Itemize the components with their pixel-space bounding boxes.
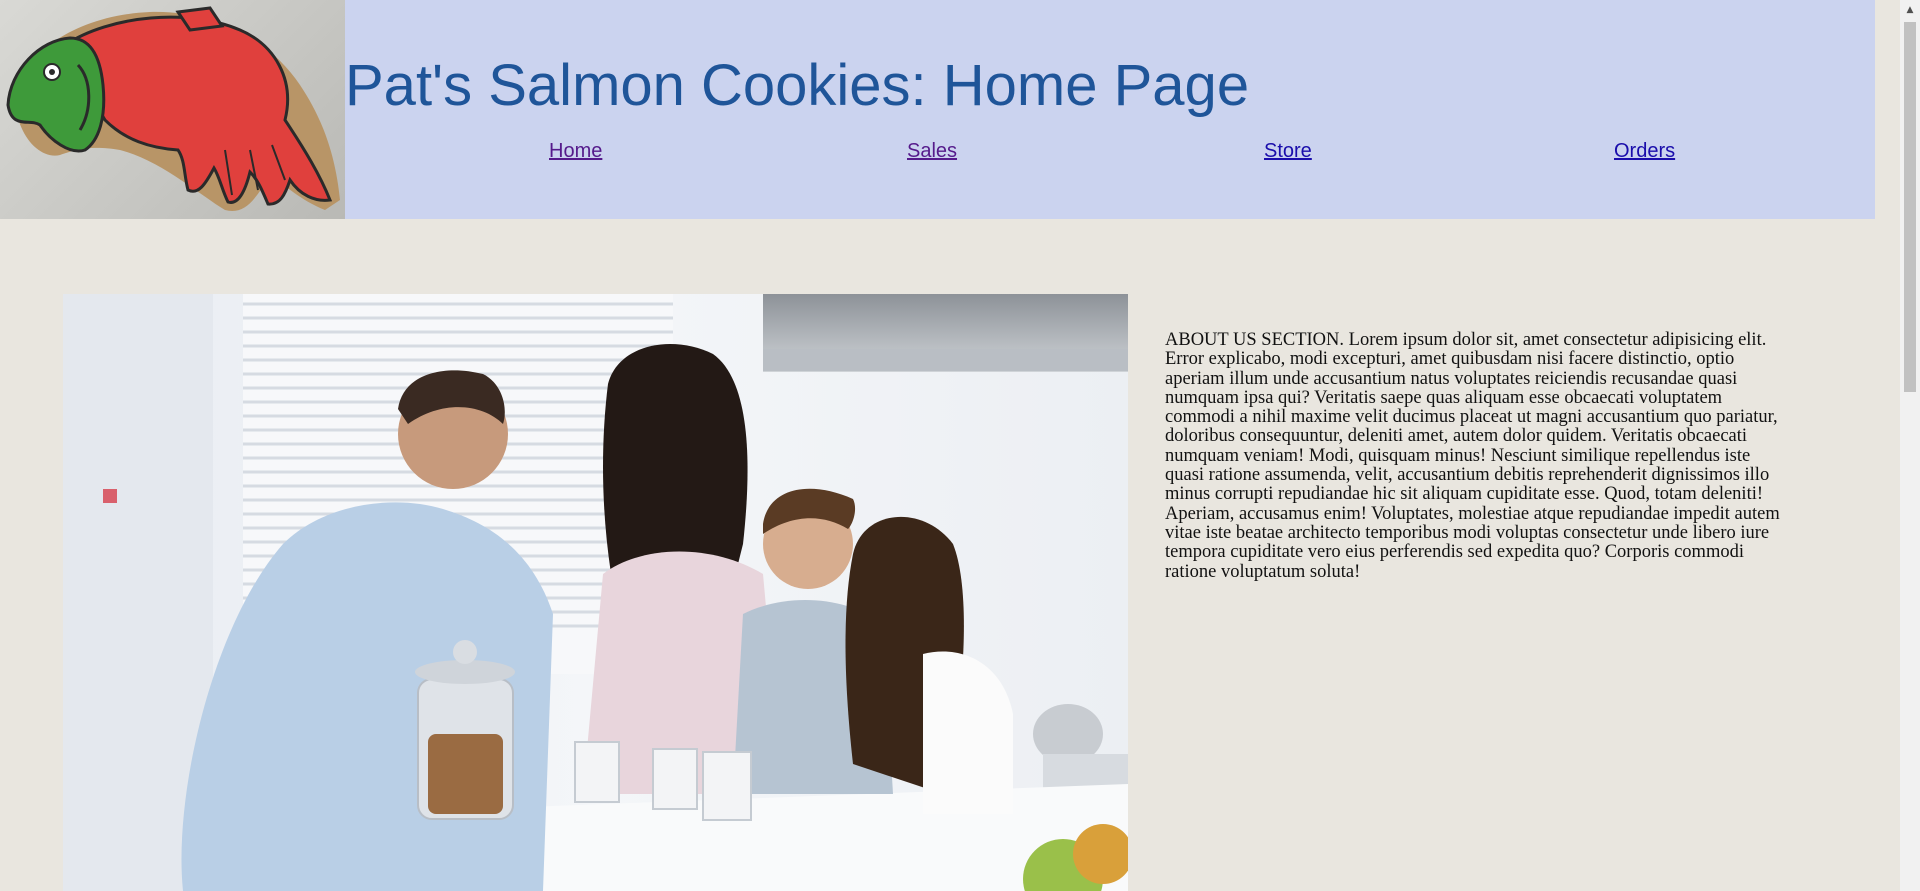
- nav-link-sales[interactable]: Sales: [907, 139, 957, 163]
- salmon-cookie-logo-icon: [0, 0, 345, 219]
- scroll-up-arrow-icon[interactable]: ▲: [1900, 0, 1920, 20]
- page-title: Pat's Salmon Cookies: Home Page: [345, 53, 1250, 118]
- scroll-thumb[interactable]: [1904, 22, 1916, 392]
- family-kitchen-photo-icon: [63, 294, 1128, 891]
- nav-link-home[interactable]: Home: [549, 139, 602, 163]
- about-us-text: ABOUT US SECTION. Lorem ipsum dolor sit,…: [1165, 330, 1780, 582]
- vertical-scrollbar[interactable]: ▲: [1900, 0, 1920, 891]
- nav-link-store[interactable]: Store: [1264, 139, 1312, 163]
- site-header: Pat's Salmon Cookies: Home Page Home Sal…: [0, 0, 1875, 219]
- nav-link-orders[interactable]: Orders: [1614, 139, 1675, 163]
